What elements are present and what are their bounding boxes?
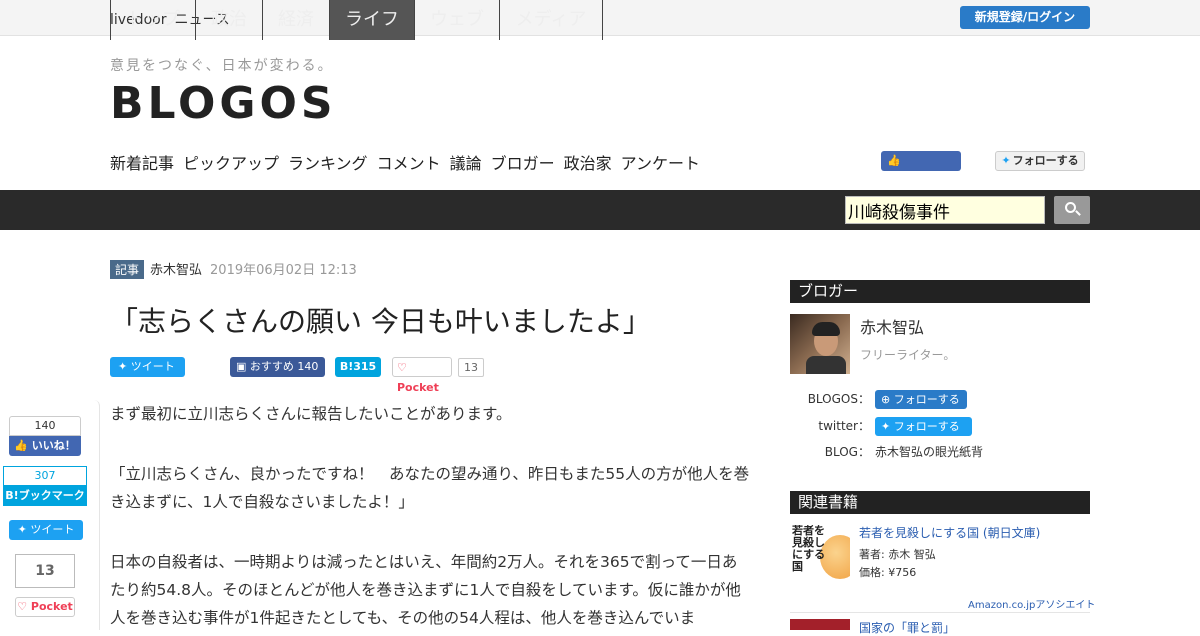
blogger-description: フリーライター。 bbox=[860, 348, 956, 362]
article-badge: 記事 bbox=[110, 260, 145, 279]
book-cover[interactable]: 若者を見殺しにする国 bbox=[790, 525, 850, 581]
article-date: 2019年06月02日 12:13 bbox=[210, 263, 357, 278]
category-tab-politics[interactable]: 政治 bbox=[196, 0, 263, 40]
twitter-bird-icon: ✦ bbox=[17, 523, 31, 536]
article-author[interactable]: 赤木智弘 bbox=[150, 263, 202, 278]
search-button[interactable] bbox=[1054, 196, 1090, 224]
book-title-link[interactable]: 若者を見殺しにする国 (朝日文庫) bbox=[859, 524, 1040, 541]
side-fb-count: 140 bbox=[9, 416, 81, 436]
fb-count: 140 bbox=[297, 360, 319, 373]
related-books-heading: 関連書籍 bbox=[790, 491, 1090, 514]
side-pocket-button[interactable]: ♡ Pocket bbox=[15, 597, 75, 617]
nav-new-articles[interactable]: 新着記事 bbox=[110, 154, 174, 173]
twitter-bird-icon: ✦ bbox=[881, 420, 894, 433]
pocket-button[interactable]: ♡ Pocket bbox=[392, 357, 452, 394]
blog-label: BLOG： bbox=[824, 445, 870, 459]
hb-count: 315 bbox=[353, 360, 377, 373]
divider bbox=[790, 612, 1090, 613]
book-cover[interactable] bbox=[790, 619, 850, 630]
category-tab-media[interactable]: メディア bbox=[500, 0, 603, 40]
like-count: 132K bbox=[916, 174, 945, 187]
article-paragraph: まず最初に立川志らくさんに報告したいことがあります。 bbox=[110, 405, 512, 423]
category-tab-top[interactable]: トップ bbox=[110, 0, 196, 40]
side-tweet-button[interactable]: ✦ ツイート bbox=[9, 520, 83, 540]
facebook-recommend-button[interactable]: ▣ おすすめ 140 bbox=[230, 357, 325, 377]
blogos-label: BLOGOS： bbox=[807, 392, 870, 406]
twitter-follow-button[interactable]: ✦ フォローする bbox=[995, 151, 1085, 171]
pocket-icon: ♡ bbox=[397, 361, 407, 374]
category-tab-life[interactable]: ライフ bbox=[330, 0, 415, 40]
pocket-icon: ♡ bbox=[17, 600, 31, 613]
amazon-associate-link[interactable]: Amazon.co.jpアソシエイト bbox=[968, 596, 1095, 611]
side-fb-like-button[interactable]: 👍 いいね！ bbox=[9, 436, 81, 456]
nav-discussion[interactable]: 議論 bbox=[450, 154, 482, 173]
article-paragraph: 「立川志らくさん、良かったですね！ あなたの望み通り、昨日もまた55人の方が他人… bbox=[110, 465, 750, 511]
twitter-bird-icon: ✦ bbox=[118, 360, 131, 373]
article-meta: 記事 赤木智弘 2019年06月02日 12:13 bbox=[110, 259, 357, 279]
nav-politicians[interactable]: 政治家 bbox=[564, 154, 612, 173]
blogos-follow-button[interactable]: ⊕ フォローする bbox=[875, 390, 967, 409]
nav-pickup[interactable]: ピックアップ bbox=[183, 154, 279, 173]
thumbs-up-icon: 👍 bbox=[14, 439, 32, 452]
twitter-label: twitter： bbox=[818, 419, 870, 433]
side-pocket-count: 13 bbox=[15, 554, 75, 588]
facebook-like-button[interactable]: 👍Like 132K bbox=[881, 151, 961, 187]
search-input[interactable] bbox=[845, 196, 1045, 224]
blogger-avatar[interactable] bbox=[790, 314, 850, 374]
site-tagline: 意見をつなぐ、日本が変わる。 bbox=[110, 58, 334, 74]
side-hb-count: 307 bbox=[3, 466, 87, 486]
twitter-follow-button-sidebar[interactable]: ✦ フォローする bbox=[875, 417, 972, 436]
nav-survey[interactable]: アンケート bbox=[621, 154, 700, 173]
category-tab-web[interactable]: ウェブ bbox=[415, 0, 500, 40]
twitter-bird-icon: ✦ bbox=[1001, 154, 1011, 167]
register-login-button[interactable]: 新規登録/ログイン bbox=[960, 6, 1090, 29]
nav-comments[interactable]: コメント bbox=[377, 154, 441, 173]
blogos-logo[interactable]: BLOGOS bbox=[110, 78, 337, 129]
book-cover-title: 若者を見殺しにする国 bbox=[792, 525, 826, 573]
hatena-bookmark-button[interactable]: B!315 bbox=[335, 357, 381, 377]
article-paragraph: 日本の自殺者は、一時期よりは減ったとはいえ、年間約2万人。それを365で割って一… bbox=[110, 553, 741, 627]
category-tab-economy[interactable]: 経済 bbox=[263, 0, 330, 40]
blogger-name[interactable]: 赤木智弘 bbox=[860, 314, 924, 338]
main-nav: 新着記事 ピックアップ ランキング コメント 議論 ブロガー 政治家 アンケート bbox=[110, 150, 709, 174]
side-hatena-bookmark-button[interactable]: B!ブックマーク bbox=[3, 486, 87, 506]
book-price: 価格: ¥756 bbox=[859, 566, 917, 579]
blog-link[interactable]: 赤木智弘の眼光紙背 bbox=[875, 443, 983, 460]
plus-icon: ⊕ bbox=[881, 393, 894, 406]
pocket-count: 13 bbox=[458, 358, 484, 377]
nav-ranking[interactable]: ランキング bbox=[288, 154, 368, 173]
article-title: 「志らくさんの願い 今日も叶いましたよ」 bbox=[110, 305, 651, 338]
facebook-icon: ▣ bbox=[236, 360, 250, 373]
blogger-section-heading: ブロガー bbox=[790, 280, 1090, 303]
book-author: 著者: 赤木 智弘 bbox=[859, 548, 936, 561]
nav-bloggers[interactable]: ブロガー bbox=[491, 154, 555, 173]
thumbs-up-icon: 👍 bbox=[887, 154, 901, 167]
tweet-button[interactable]: ✦ ツイート bbox=[110, 357, 185, 377]
book-title-link[interactable]: 国家の「罪と罰」 bbox=[859, 619, 955, 636]
